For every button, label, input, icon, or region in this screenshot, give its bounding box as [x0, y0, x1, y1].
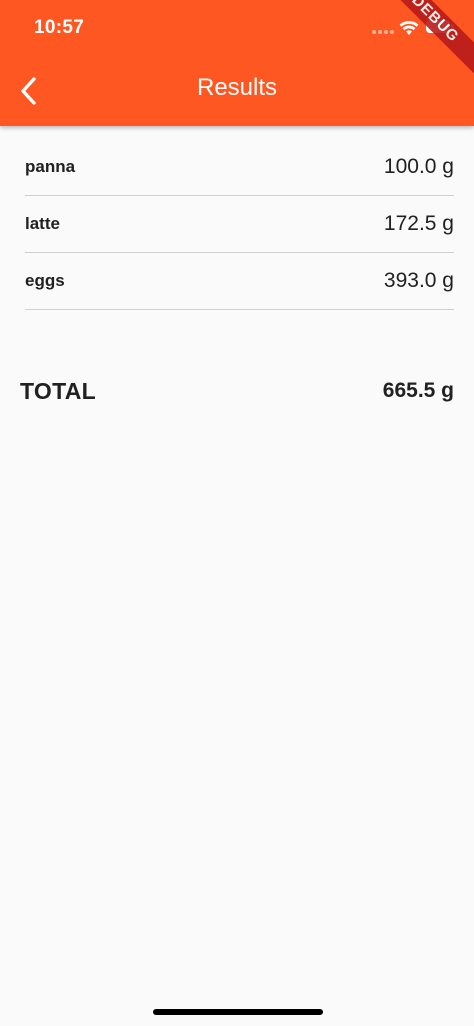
total-label: TOTAL [20, 378, 97, 404]
app-bar: 10:57 Results [0, 0, 474, 126]
page-title: Results [196, 74, 278, 101]
ingredient-list: panna 100.0 g latte 172.5 g eggs 393.0 g [25, 140, 454, 311]
total-value: 665.5 g [382, 379, 454, 402]
home-indicator[interactable] [153, 1009, 323, 1015]
list-item: latte 172.5 g [25, 197, 454, 253]
cellular-signal-icon [372, 30, 396, 36]
list-item: panna 100.0 g [25, 140, 454, 196]
wifi-icon [399, 20, 419, 35]
ingredient-name: eggs [25, 271, 65, 290]
ingredient-weight: 393.0 g [383, 269, 454, 292]
ingredient-weight: 172.5 g [383, 212, 454, 235]
total-row: TOTAL 665.5 g [20, 378, 454, 412]
status-time: 10:57 [34, 17, 85, 38]
list-item: eggs 393.0 g [25, 254, 454, 310]
ingredient-name: latte [25, 214, 60, 233]
ingredient-name: panna [25, 157, 76, 176]
ingredient-weight: 100.0 g [383, 155, 454, 178]
